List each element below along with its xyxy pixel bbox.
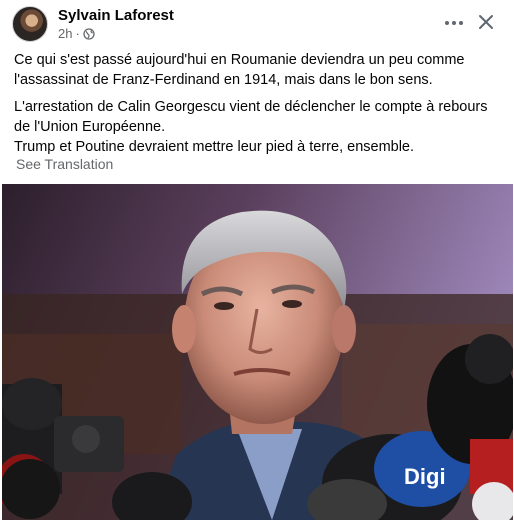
post-text: Ce qui s'est passé aujourd'hui en Rouman… <box>14 50 504 157</box>
post-photo[interactable]: Digi <box>2 184 513 520</box>
mic-label: Digi <box>404 464 446 489</box>
post-paragraph: Ce qui s'est passé aujourd'hui en Rouman… <box>14 52 465 88</box>
post-time[interactable]: 2h <box>58 26 72 41</box>
post-header: Sylvain Laforest 2h · <box>0 0 514 46</box>
post-meta: 2h · <box>58 26 95 41</box>
close-icon[interactable] <box>473 9 499 35</box>
post-paragraph: Trump et Poutine devraient mettre leur p… <box>14 139 415 155</box>
globe-icon[interactable] <box>83 27 95 40</box>
avatar[interactable] <box>12 6 48 42</box>
post-paragraph: L'arrestation de Calin Georgescu vient d… <box>14 99 488 135</box>
more-options-button[interactable] <box>440 12 468 34</box>
see-translation-link[interactable]: See Translation <box>16 156 113 172</box>
post-card: Sylvain Laforest 2h · Ce qui s'est passé… <box>0 0 514 520</box>
more-horizontal-icon <box>445 21 449 25</box>
author-name[interactable]: Sylvain Laforest <box>58 7 174 24</box>
meta-separator: · <box>75 26 80 41</box>
photo-illustration: Digi <box>2 184 513 520</box>
